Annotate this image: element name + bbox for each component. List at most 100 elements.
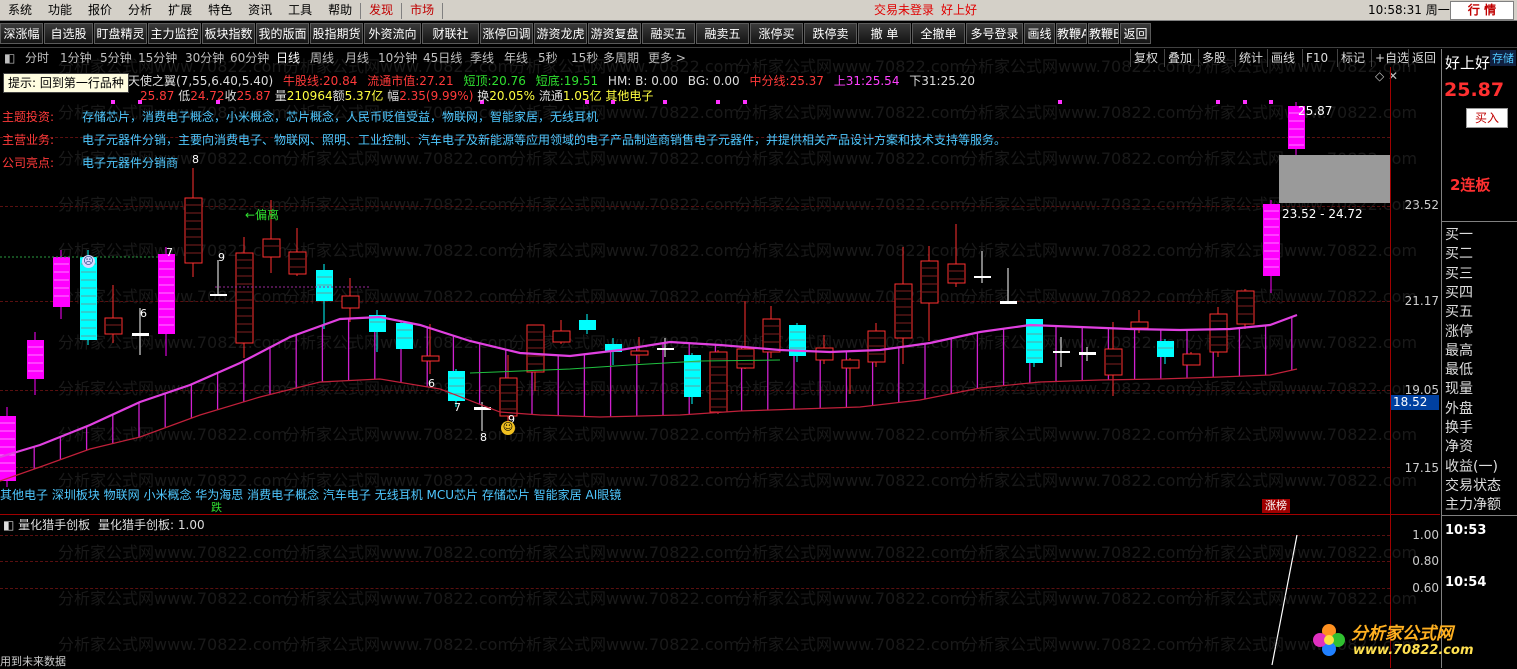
candle-body[interactable] <box>1263 204 1280 276</box>
candle-body[interactable] <box>1236 290 1255 325</box>
menu-item-tools[interactable]: 工具 <box>280 0 320 20</box>
toolbar-button[interactable]: 自选股 <box>44 23 93 44</box>
period-tab[interactable]: 30分钟 <box>185 49 224 67</box>
toolbar-button[interactable]: 盯盘精灵 <box>94 23 147 44</box>
toolbar-button[interactable]: 画线 <box>1024 23 1055 44</box>
period-tab[interactable]: 1分钟 <box>60 49 92 67</box>
candle-body[interactable] <box>947 263 966 284</box>
candle-body[interactable] <box>1182 353 1201 366</box>
toolbar-button[interactable]: 融买五 <box>642 23 695 44</box>
menu-item-system[interactable]: 系统 <box>0 0 40 20</box>
candle-body[interactable] <box>974 276 991 278</box>
candle-body[interactable] <box>736 348 755 369</box>
candle-body[interactable] <box>630 350 649 356</box>
menu-item-function[interactable]: 功能 <box>40 0 80 20</box>
period-tab[interactable]: 15秒 <box>571 49 598 67</box>
candle-body[interactable] <box>815 347 834 361</box>
period-tab[interactable]: 10分钟 <box>378 49 417 67</box>
toolbar-button[interactable]: 主力监控 <box>148 23 201 44</box>
candle-body[interactable] <box>579 320 596 330</box>
menu-item-discover[interactable]: 发现 <box>361 0 401 20</box>
toolbar-button[interactable]: 返回 <box>1120 23 1151 44</box>
chart-tool-button[interactable]: 返回 <box>1408 49 1439 67</box>
chart-tool-button[interactable]: F10 <box>1302 49 1331 67</box>
candle-body[interactable] <box>1079 352 1096 355</box>
chart-tool-button[interactable]: 统计 <box>1235 49 1266 67</box>
chart-tool-button[interactable]: 多股 <box>1198 49 1229 67</box>
toolbar-button[interactable]: 深涨幅 <box>0 23 43 44</box>
candle-body[interactable] <box>894 283 913 339</box>
candle-body[interactable] <box>499 377 518 417</box>
period-tab[interactable]: 多周期 <box>603 49 639 67</box>
quote-mode-button[interactable]: 行 情 <box>1450 1 1514 20</box>
toolbar-button[interactable]: 教鞭B <box>1088 23 1119 44</box>
candle-body[interactable] <box>552 330 571 343</box>
candle-body[interactable] <box>158 254 175 334</box>
candle-body[interactable] <box>1000 301 1017 304</box>
candle-body[interactable] <box>841 359 860 369</box>
buy-button[interactable]: 买入 <box>1466 108 1508 128</box>
candle-body[interactable] <box>341 295 360 309</box>
chart-tool-button[interactable]: 复权 <box>1130 49 1161 67</box>
candle-body[interactable] <box>396 323 413 349</box>
kline-chart[interactable]: 分析家公式网www.70822.com 分析家公式网www.70822.com 分析… <box>0 57 1440 515</box>
candle-body[interactable] <box>1209 313 1228 353</box>
candle-body[interactable] <box>262 238 281 258</box>
candle-body[interactable] <box>27 340 44 379</box>
toolbar-button[interactable]: 全撤单 <box>912 23 965 44</box>
tab-collapse-icon[interactable]: ◧ <box>4 49 15 67</box>
toolbar-button[interactable]: 游资龙虎 <box>534 23 587 44</box>
toolbar-button[interactable]: 教鞭A <box>1056 23 1087 44</box>
menu-item-quote[interactable]: 报价 <box>80 0 120 20</box>
candle-body[interactable] <box>657 348 674 350</box>
toolbar-button[interactable]: 跌停卖 <box>804 23 857 44</box>
candle-body[interactable] <box>132 333 149 336</box>
candle-body[interactable] <box>920 260 939 304</box>
toolbar-button[interactable]: 财联社 <box>422 23 479 44</box>
candle-body[interactable] <box>288 251 307 275</box>
toolbar-button[interactable]: 游资复盘 <box>588 23 641 44</box>
toolbar-button[interactable]: 融卖五 <box>696 23 749 44</box>
login-status[interactable]: 交易未登录 <box>874 0 934 20</box>
chart-tool-button[interactable]: 叠加 <box>1164 49 1195 67</box>
period-tab[interactable]: 年线 <box>504 49 528 67</box>
menu-item-market[interactable]: 市场 <box>402 0 442 20</box>
period-tab[interactable]: 分时 <box>25 49 49 67</box>
period-tab[interactable]: 5秒 <box>538 49 558 67</box>
candle-body[interactable] <box>104 317 123 335</box>
chart-tool-button[interactable]: 标记 <box>1337 49 1368 67</box>
candle-body[interactable] <box>235 252 254 344</box>
period-tab[interactable]: 45日线 <box>423 49 462 67</box>
period-tab[interactable]: 15分钟 <box>138 49 177 67</box>
toolbar-button[interactable]: 股指期货 <box>310 23 363 44</box>
menu-item-news[interactable]: 资讯 <box>240 0 280 20</box>
sub-indicator-panel[interactable]: ◧ 量化猎手创板 量化猎手创板: 1.00 1.00 0.80 0.60 分析家… <box>0 515 1440 668</box>
menu-item-feature[interactable]: 特色 <box>200 0 240 20</box>
period-tab[interactable]: 60分钟 <box>230 49 269 67</box>
menu-item-analysis[interactable]: 分析 <box>120 0 160 20</box>
menu-item-help[interactable]: 帮助 <box>320 0 360 20</box>
period-tab[interactable]: 5分钟 <box>100 49 132 67</box>
candle-body[interactable] <box>1130 321 1149 329</box>
period-tab[interactable]: 月线 <box>345 49 369 67</box>
period-tab[interactable]: 更多 > <box>648 49 686 67</box>
candle-body[interactable] <box>762 318 781 353</box>
candle-body[interactable] <box>1104 348 1123 376</box>
period-tab[interactable]: 日线 <box>276 49 300 67</box>
period-tab[interactable]: 周线 <box>310 49 334 67</box>
chart-tool-button[interactable]: +自选 <box>1371 49 1412 67</box>
toolbar-button[interactable]: 外资流向 <box>364 23 421 44</box>
chart-tool-button[interactable]: 画线 <box>1267 49 1298 67</box>
candle-body[interactable] <box>1053 351 1070 353</box>
toolbar-button[interactable]: 我的版面 <box>256 23 309 44</box>
toolbar-button[interactable]: 多号登录 <box>966 23 1023 44</box>
toolbar-button[interactable]: 撤 单 <box>858 23 911 44</box>
toolbar-button[interactable]: 板块指数 <box>202 23 255 44</box>
candle-body[interactable] <box>421 355 440 362</box>
toolbar-button[interactable]: 涨停回调 <box>480 23 533 44</box>
period-tab[interactable]: 季线 <box>470 49 494 67</box>
toolbar-button[interactable]: 涨停买 <box>750 23 803 44</box>
candle-body[interactable] <box>1157 341 1174 357</box>
menu-item-extend[interactable]: 扩展 <box>160 0 200 20</box>
candle-body[interactable] <box>210 294 227 296</box>
